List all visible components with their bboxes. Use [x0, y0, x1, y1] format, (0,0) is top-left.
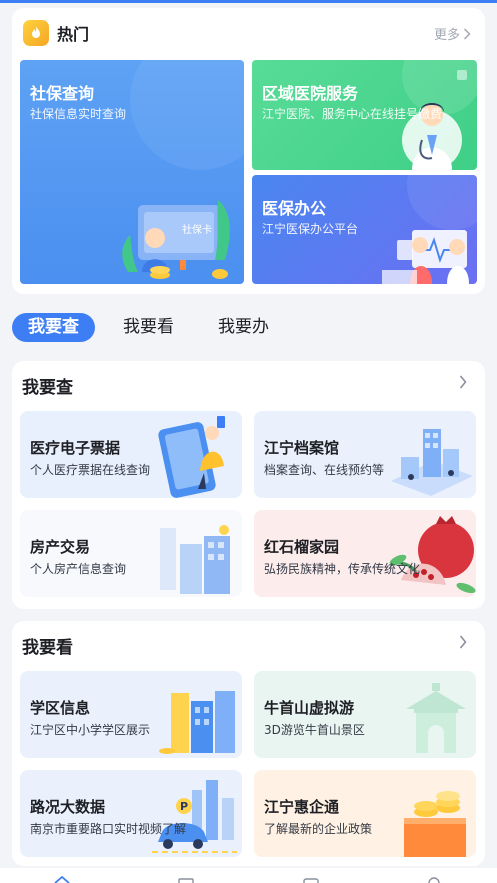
home-icon[interactable]: [54, 876, 70, 883]
more-link[interactable]: 更多: [434, 24, 471, 43]
hot-services-card: 热门 更多 社保查询 社保信息实时查询 社保卡 区域医院服务 江宁医院、服务中心…: [12, 8, 485, 294]
school-building-illustration: [159, 691, 235, 754]
service-medical-e-receipt[interactable]: 医疗电子票据 个人医疗票据在线查询: [20, 411, 242, 498]
service-subtitle: 南京市重要路口实时视频了解: [30, 822, 187, 836]
service-jiangning-enterprise-benefits[interactable]: 江宁惠企通 了解最新的企业政策: [254, 770, 476, 857]
tile-subtitle: 江宁医保办公平台: [262, 222, 359, 236]
service-subtitle: 弘扬民族精神，传承传统文化: [264, 562, 421, 576]
service-traffic-big-data[interactable]: P 路况大数据 南京市重要路口实时视频了解: [20, 770, 242, 857]
coins-box-illustration: [404, 791, 466, 857]
category-tabs: 我要查 我要看 我要办: [12, 313, 297, 342]
tile-medical-insurance-office[interactable]: 医保办公 江宁医保办公平台: [252, 175, 477, 284]
service-subtitle: 个人房产信息查询: [30, 562, 127, 576]
service-title: 学区信息: [30, 699, 91, 717]
buildings-illustration: [160, 525, 230, 594]
tab-handle[interactable]: 我要办: [202, 313, 285, 342]
section-query: 我要查 医疗电子票据 个人医疗票据在线查询 江宁档案馆 档案查询、在线预约等 房…: [12, 361, 485, 609]
service-subtitle: 3D游览牛首山景区: [264, 723, 365, 737]
social-card-label: 社保卡: [182, 223, 212, 236]
service-subtitle: 了解最新的企业政策: [264, 822, 373, 836]
chevron-right-icon[interactable]: [459, 635, 467, 649]
service-title: 医疗电子票据: [30, 439, 121, 457]
tile-subtitle: 江宁医院、服务中心在线挂号缴费: [262, 107, 443, 121]
hot-title: 热门: [57, 25, 90, 44]
service-niushoushan-virtual-tour[interactable]: 牛首山虚拟游 3D游览牛首山景区: [254, 671, 476, 758]
tab-view[interactable]: 我要看: [107, 313, 190, 342]
service-title: 江宁惠企通: [264, 798, 340, 816]
service-subtitle: 档案查询、在线预约等: [264, 463, 385, 477]
archives-building-illustration: [391, 429, 473, 496]
service-red-pomegranate-home[interactable]: 红石榴家园 弘扬民族精神，传承传统文化: [254, 510, 476, 597]
tile-title: 医保办公: [262, 199, 327, 218]
tile-title: 区域医院服务: [262, 84, 359, 103]
service-title: 路况大数据: [30, 798, 106, 816]
service-title: 江宁档案馆: [264, 439, 340, 457]
tile-regional-hospital-service[interactable]: 区域医院服务 江宁医院、服务中心在线挂号缴费: [252, 60, 477, 170]
section-view: 我要看 学区信息 江宁区中小学学区展示 牛首山虚拟游 3D游览牛首山景区 P 路…: [12, 621, 485, 866]
more-label: 更多: [433, 28, 460, 43]
message-icon[interactable]: [303, 878, 319, 883]
pomegranate-illustration: [389, 516, 476, 594]
hot-header: 热门: [23, 20, 89, 46]
service-subtitle: 江宁区中小学学区展示: [30, 723, 151, 737]
service-title: 红石榴家园: [264, 538, 340, 556]
top-accent-line: [0, 0, 497, 3]
section-title: 我要看: [22, 638, 73, 658]
social-security-illustration: 社保卡: [122, 60, 244, 279]
tab-query[interactable]: 我要查: [12, 313, 95, 342]
service-jiangning-archives[interactable]: 江宁档案馆 档案查询、在线预约等: [254, 411, 476, 498]
pagoda-icon: [406, 683, 466, 753]
flame-icon: [23, 20, 49, 46]
phone-receipt-illustration: [158, 416, 225, 498]
profile-icon[interactable]: [427, 877, 441, 883]
section-title: 我要查: [22, 378, 73, 398]
tile-social-security-query[interactable]: 社保查询 社保信息实时查询 社保卡: [20, 60, 244, 284]
bottom-navigation: [0, 868, 497, 883]
chevron-right-icon[interactable]: [459, 375, 467, 389]
service-title: 牛首山虚拟游: [264, 699, 355, 717]
services-icon[interactable]: [178, 878, 194, 883]
service-subtitle: 个人医疗票据在线查询: [30, 463, 151, 477]
traffic-car-illustration: P: [152, 780, 237, 853]
chevron-right-icon: [463, 27, 471, 40]
service-school-district-info[interactable]: 学区信息 江宁区中小学学区展示: [20, 671, 242, 758]
service-real-estate-transaction[interactable]: 房产交易 个人房产信息查询: [20, 510, 242, 597]
service-title: 房产交易: [30, 538, 91, 556]
svg-text:P: P: [180, 800, 188, 813]
